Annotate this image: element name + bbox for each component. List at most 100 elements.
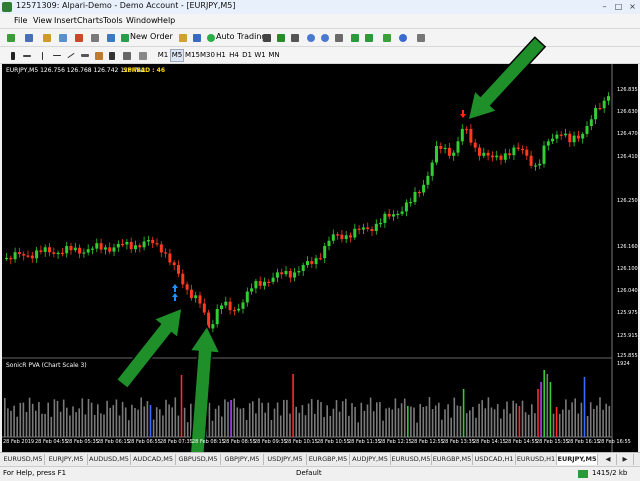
data-window-icon[interactable] bbox=[56, 31, 70, 45]
time-tick: 28 Feb 04:55 bbox=[35, 439, 68, 445]
tab-chart[interactable]: EURGBP,M5 bbox=[307, 454, 350, 465]
vertical-line-icon[interactable] bbox=[36, 49, 50, 63]
tab-chart[interactable]: EURJPY,M5 bbox=[45, 454, 88, 465]
bar-chart-icon[interactable] bbox=[260, 31, 274, 45]
time-tick: 28 Feb 11:35 bbox=[348, 439, 381, 445]
time-tick: 28 Feb 06:55 bbox=[128, 439, 161, 445]
fibonacci-icon[interactable] bbox=[92, 49, 106, 63]
time-tick: 28 Feb 15:35 bbox=[536, 439, 569, 445]
zoom-out-icon[interactable] bbox=[318, 31, 332, 45]
timeframe-w1[interactable]: W1 bbox=[253, 49, 267, 62]
tab-scroll-left-icon[interactable]: ◀ bbox=[600, 454, 617, 465]
menu-tools[interactable]: Tools bbox=[103, 16, 123, 25]
profiles-icon[interactable] bbox=[22, 31, 36, 45]
tab-chart[interactable]: GBPUSD,M5 bbox=[176, 454, 221, 465]
close-icon[interactable]: × bbox=[628, 2, 637, 11]
time-tick: 28 Feb 16:55 bbox=[598, 439, 631, 445]
title-bar: 12571309: Alpari-Demo - Demo Account - [… bbox=[0, 0, 640, 15]
navigator-icon[interactable] bbox=[72, 31, 86, 45]
tile-windows-icon[interactable] bbox=[332, 31, 346, 45]
time-tick: 28 Feb 05:35 bbox=[66, 439, 99, 445]
indicators-icon[interactable] bbox=[380, 31, 394, 45]
timeframe-m15[interactable]: M15 bbox=[184, 49, 200, 62]
strategy-tester-icon[interactable] bbox=[104, 31, 118, 45]
text-tool-icon[interactable] bbox=[106, 49, 120, 63]
candlestick-icon[interactable] bbox=[274, 31, 288, 45]
menu-insert[interactable]: Insert bbox=[54, 16, 77, 25]
tab-scroll-right-icon[interactable]: ▶ bbox=[617, 454, 634, 465]
time-tick: 28 Feb 12:55 bbox=[411, 439, 444, 445]
tab-chart[interactable]: EURUSD,M5 bbox=[391, 454, 432, 465]
status-bar: For Help, press F1 Default 1415/2 kb bbox=[0, 466, 640, 481]
timeframe-m1[interactable]: M1 bbox=[156, 49, 170, 62]
time-tick: 28 Feb 09:35 bbox=[254, 439, 287, 445]
cursor-icon[interactable] bbox=[6, 49, 20, 63]
text-label-icon[interactable] bbox=[120, 49, 134, 63]
zoom-in-icon[interactable] bbox=[304, 31, 318, 45]
auto-trading-button[interactable]: Auto Trading bbox=[216, 31, 266, 43]
timeframe-m5[interactable]: M5 bbox=[170, 49, 184, 62]
tab-chart[interactable]: AUDCAD,M5 bbox=[131, 454, 176, 465]
metaeditor-icon[interactable] bbox=[176, 31, 190, 45]
time-tick: 28 Feb 10:55 bbox=[317, 439, 350, 445]
tab-chart-active[interactable]: EURJPY,M5 bbox=[557, 454, 598, 465]
trendline-icon[interactable] bbox=[64, 49, 78, 63]
time-tick: 28 Feb 08:55 bbox=[223, 439, 256, 445]
status-traffic: 1415/2 kb bbox=[592, 469, 628, 477]
tab-chart[interactable]: EURGBP,M5 bbox=[432, 454, 473, 465]
drawing-toolbar: M1 M5 M15 M30 H1 H4 D1 W1 MN bbox=[0, 47, 640, 64]
chart-window[interactable] bbox=[2, 64, 638, 452]
new-chart-icon[interactable] bbox=[4, 31, 18, 45]
periods-icon[interactable] bbox=[396, 31, 410, 45]
timeframe-m30[interactable]: M30 bbox=[199, 49, 215, 62]
tab-chart[interactable]: EURUSD,H1 bbox=[516, 454, 557, 465]
timeframe-h1[interactable]: H1 bbox=[214, 49, 228, 62]
menu-charts[interactable]: Charts bbox=[77, 16, 103, 25]
time-tick: 28 Feb 13:35 bbox=[442, 439, 475, 445]
signals-icon[interactable] bbox=[190, 31, 204, 45]
chart-shift-icon[interactable] bbox=[362, 31, 376, 45]
timeframe-mn[interactable]: MN bbox=[266, 49, 282, 62]
spread-label: SPREAD : 46 bbox=[123, 67, 165, 74]
menu-help[interactable]: Help bbox=[157, 16, 175, 25]
price-tick: 125.915 bbox=[617, 333, 638, 339]
tab-chart[interactable]: EURUSD,M5 bbox=[2, 454, 45, 465]
menu-window[interactable]: Window bbox=[126, 16, 158, 25]
menu-view[interactable]: View bbox=[33, 16, 52, 25]
time-tick: 28 Feb 14:55 bbox=[505, 439, 538, 445]
tab-chart[interactable]: GBPJPY,M5 bbox=[221, 454, 264, 465]
price-tick: 126.630 bbox=[617, 109, 638, 115]
market-watch-icon[interactable] bbox=[40, 31, 54, 45]
equidistant-channel-icon[interactable] bbox=[78, 49, 92, 63]
menu-file[interactable]: File bbox=[14, 16, 27, 25]
tab-chart[interactable]: USDCAD,H1 bbox=[473, 454, 516, 465]
time-tick: 28 Feb 08:15 bbox=[192, 439, 225, 445]
timeframe-d1[interactable]: D1 bbox=[240, 49, 254, 62]
autoscroll-icon[interactable] bbox=[348, 31, 362, 45]
tab-chart[interactable]: USDJPY,M5 bbox=[264, 454, 307, 465]
tab-chart[interactable]: AUDJPY,M5 bbox=[350, 454, 391, 465]
horizontal-line-icon[interactable] bbox=[50, 49, 64, 63]
price-tick: 126.160 bbox=[617, 244, 638, 250]
line-chart-icon[interactable] bbox=[288, 31, 302, 45]
price-tick: 126.100 bbox=[617, 266, 638, 272]
arrows-icon[interactable] bbox=[136, 49, 150, 63]
price-tick: 126.250 bbox=[617, 198, 638, 204]
app-icon bbox=[2, 2, 12, 12]
price-tick: 126.040 bbox=[617, 288, 638, 294]
terminal-icon[interactable] bbox=[88, 31, 102, 45]
price-tick: 126.470 bbox=[617, 131, 638, 137]
time-tick: 28 Feb 12:15 bbox=[379, 439, 412, 445]
crosshair-icon[interactable] bbox=[20, 49, 34, 63]
indicator-label: SonicR PVA (Chart Scale 3) bbox=[6, 362, 87, 369]
tab-chart[interactable]: AUDUSD,M5 bbox=[88, 454, 131, 465]
templates-icon[interactable] bbox=[414, 31, 428, 45]
time-tick: 28 Feb 07:35 bbox=[160, 439, 193, 445]
new-order-button[interactable]: New Order bbox=[130, 31, 173, 43]
timeframe-h4[interactable]: H4 bbox=[227, 49, 241, 62]
maximize-icon[interactable]: □ bbox=[614, 2, 623, 11]
minimize-icon[interactable]: – bbox=[600, 2, 609, 11]
price-tick: 125.975 bbox=[617, 310, 638, 316]
standard-toolbar: New Order Auto Trading bbox=[0, 29, 640, 47]
price-tick: 126.835 bbox=[617, 87, 638, 93]
